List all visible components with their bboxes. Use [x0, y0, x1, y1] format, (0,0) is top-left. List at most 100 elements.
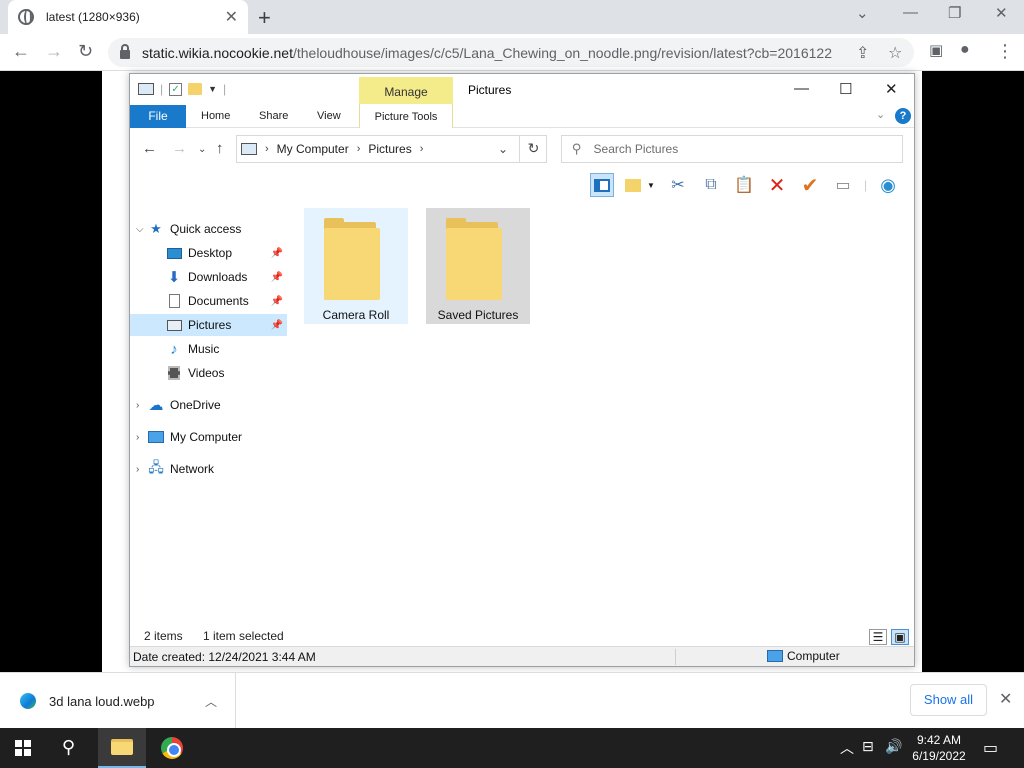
- profile-avatar-icon[interactable]: ●: [960, 41, 970, 59]
- explorer-minimize-button[interactable]: —: [794, 80, 809, 97]
- tree-pictures[interactable]: Pictures 📌: [130, 314, 287, 336]
- chevron-right-icon[interactable]: ›: [420, 143, 424, 155]
- pin-icon[interactable]: 📌: [271, 248, 283, 259]
- recent-locations-icon[interactable]: ⌄: [198, 144, 206, 155]
- back-button[interactable]: ←: [12, 41, 30, 62]
- help-icon[interactable]: ?: [895, 108, 911, 124]
- forward-button[interactable]: →: [45, 41, 63, 62]
- search-icon[interactable]: ⚲: [62, 737, 75, 758]
- share-tab[interactable]: Share: [259, 110, 288, 122]
- tree-downloads[interactable]: ⬇ Downloads 📌: [130, 266, 287, 288]
- share-icon[interactable]: ⇪: [856, 43, 869, 63]
- rename-check-icon[interactable]: ✔: [798, 173, 822, 197]
- taskbar-chrome[interactable]: [148, 728, 196, 768]
- tree-desktop[interactable]: Desktop 📌: [130, 242, 287, 264]
- side-panel-icon[interactable]: ▣: [929, 41, 943, 59]
- volume-icon[interactable]: 🔊: [885, 738, 902, 755]
- qat-dropdown-icon[interactable]: ▼: [208, 84, 217, 94]
- refresh-button[interactable]: ↻: [519, 135, 547, 163]
- tree-music[interactable]: ♪ Music: [130, 338, 287, 360]
- minimize-button[interactable]: —: [903, 4, 918, 21]
- tab-search-chevron-icon[interactable]: ⌄: [856, 4, 869, 22]
- cut-icon[interactable]: ✂: [666, 173, 690, 197]
- close-window-button[interactable]: ✕: [995, 4, 1008, 22]
- chevron-up-icon[interactable]: ︿: [205, 693, 217, 710]
- file-tab[interactable]: File: [130, 105, 186, 128]
- close-tab-icon[interactable]: ✕: [225, 7, 238, 27]
- details-view-icon[interactable]: ☰: [869, 629, 887, 645]
- reload-button[interactable]: ↻: [78, 41, 93, 62]
- tree-onedrive[interactable]: › ☁ OneDrive: [130, 394, 287, 416]
- new-item-icon[interactable]: ▼: [623, 173, 657, 197]
- address-bar[interactable]: static.wikia.nocookie.net/theloudhouse/i…: [108, 38, 914, 67]
- up-button[interactable]: ↑: [216, 140, 224, 157]
- breadcrumb-my-computer[interactable]: My Computer: [277, 142, 349, 156]
- details-bar: Date created: 12/24/2021 3:44 AM Compute…: [130, 646, 914, 666]
- address-dropdown-icon[interactable]: ⌄: [498, 142, 508, 156]
- folder-camera-roll[interactable]: Camera Roll: [304, 208, 408, 324]
- breadcrumb-pictures[interactable]: Pictures: [368, 142, 411, 156]
- start-button[interactable]: [15, 740, 31, 756]
- download-item[interactable]: 3d lana loud.webp ︿: [0, 673, 236, 729]
- globe-network-icon[interactable]: ◉: [876, 173, 900, 197]
- new-tab-button[interactable]: +: [258, 5, 271, 31]
- date-created: Date created: 12/24/2021 3:44 AM: [133, 650, 316, 664]
- navigation-pane: ⌵ ★ Quick access Desktop 📌 ⬇ Downloads 📌…: [130, 206, 288, 624]
- downloads-bar: 3d lana loud.webp ︿ Show all ✕: [0, 672, 1024, 729]
- large-icons-view-icon[interactable]: ▣: [891, 629, 909, 645]
- manage-tab[interactable]: Manage: [359, 77, 453, 105]
- navigation-row: ← → ⌄ ↑ › My Computer › Pictures › ⌄ ↻ ⚲…: [130, 134, 914, 164]
- tree-my-computer[interactable]: › My Computer: [130, 426, 287, 448]
- properties-dialog-icon[interactable]: ▭: [831, 173, 855, 197]
- explorer-close-button[interactable]: ✕: [885, 80, 898, 98]
- delete-icon[interactable]: ✕: [765, 173, 789, 197]
- network-icon[interactable]: ⊟: [862, 738, 874, 755]
- chevron-down-icon[interactable]: ⌵: [136, 224, 148, 235]
- folder-icon: [446, 218, 502, 300]
- close-downloads-icon[interactable]: ✕: [999, 689, 1012, 709]
- copy-icon[interactable]: ⧉: [699, 173, 723, 197]
- view-tab[interactable]: View: [317, 110, 341, 122]
- browser-tab[interactable]: latest (1280×936) ✕: [8, 0, 248, 34]
- search-input[interactable]: Search Pictures: [594, 142, 679, 156]
- system-clock[interactable]: 9:42 AM 6/19/2022: [904, 732, 974, 764]
- picture-tools-tab[interactable]: Picture Tools: [359, 104, 453, 128]
- properties-icon[interactable]: ✓: [169, 82, 183, 96]
- preview-pane-icon[interactable]: [590, 173, 614, 197]
- new-folder-icon[interactable]: [188, 83, 203, 95]
- chevron-right-icon[interactable]: ›: [265, 143, 269, 155]
- computer-icon: [241, 143, 257, 155]
- chevron-right-icon[interactable]: ›: [136, 432, 148, 443]
- bookmark-star-icon[interactable]: ☆: [888, 43, 902, 63]
- computer-icon: [148, 429, 164, 445]
- show-all-button[interactable]: Show all: [910, 684, 987, 716]
- search-box[interactable]: ⚲ Search Pictures: [561, 135, 903, 163]
- chevron-right-icon[interactable]: ›: [136, 464, 148, 475]
- explorer-maximize-button[interactable]: ☐: [839, 80, 852, 98]
- globe-icon: [18, 9, 34, 25]
- address-breadcrumb[interactable]: › My Computer › Pictures › ⌄: [236, 135, 547, 163]
- folder-saved-pictures[interactable]: Saved Pictures: [426, 208, 530, 324]
- pin-icon[interactable]: 📌: [271, 296, 283, 307]
- chrome-icon: [161, 737, 183, 759]
- computer-icon: [138, 83, 154, 95]
- explorer-back-button[interactable]: ←: [142, 140, 157, 157]
- quick-access-toolbar: | ✓ ▼ |: [138, 82, 226, 96]
- home-tab[interactable]: Home: [201, 110, 230, 122]
- tree-videos[interactable]: Videos: [130, 362, 287, 384]
- explorer-forward-button[interactable]: →: [172, 140, 187, 157]
- menu-kebab-icon[interactable]: ⋮: [996, 41, 1014, 62]
- expand-ribbon-icon[interactable]: ⌄: [876, 108, 885, 121]
- notification-icon[interactable]: ▭: [983, 738, 998, 758]
- tree-quick-access[interactable]: ⌵ ★ Quick access: [130, 218, 287, 240]
- tree-network[interactable]: › 🖧 Network: [130, 458, 287, 480]
- chevron-right-icon[interactable]: ›: [136, 400, 148, 411]
- chevron-up-icon[interactable]: ︿: [840, 738, 854, 758]
- pin-icon[interactable]: 📌: [271, 272, 283, 283]
- paste-icon[interactable]: 📋: [732, 173, 756, 197]
- restore-button[interactable]: ❐: [948, 4, 961, 22]
- pin-icon[interactable]: 📌: [271, 320, 283, 331]
- tree-documents[interactable]: Documents 📌: [130, 290, 287, 312]
- taskbar-file-explorer[interactable]: [98, 728, 146, 768]
- chevron-right-icon[interactable]: ›: [357, 143, 361, 155]
